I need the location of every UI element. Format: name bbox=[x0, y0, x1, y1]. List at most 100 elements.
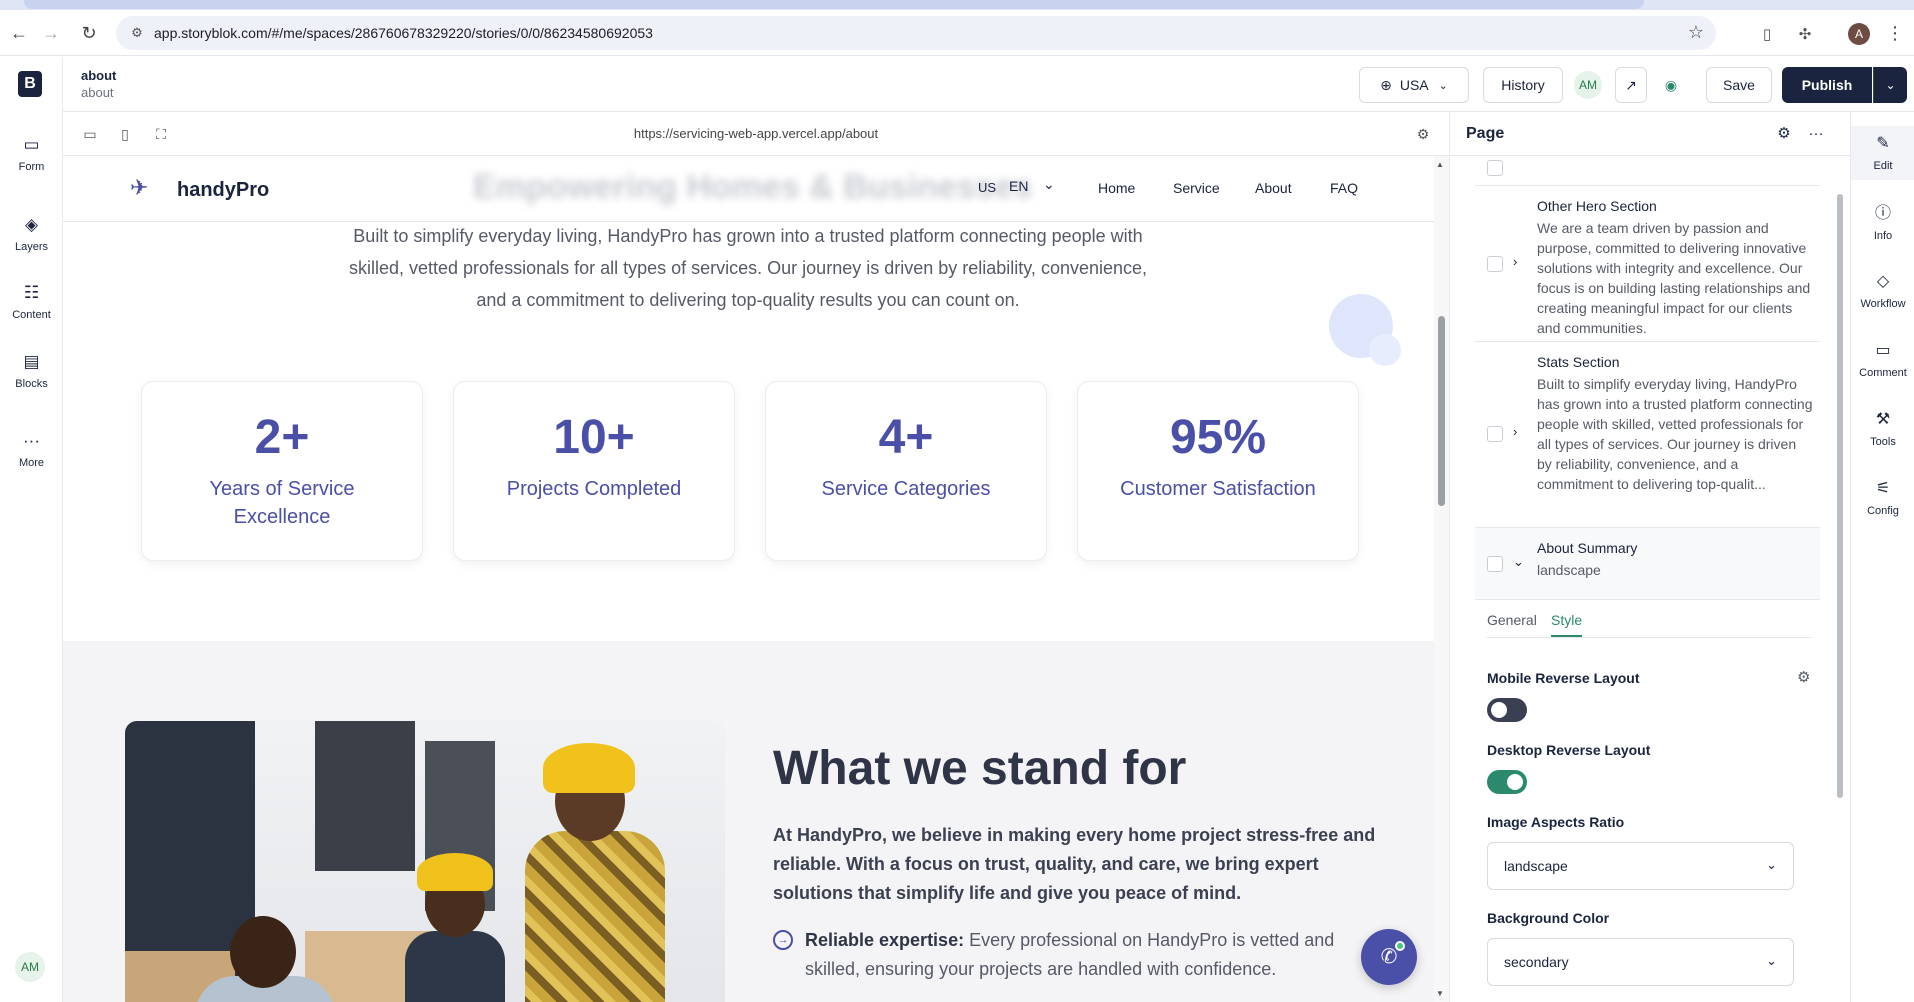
block-row-about-summary[interactable]: ⌄ About Summary landscape bbox=[1475, 528, 1820, 600]
values-heading: What we stand for bbox=[773, 742, 1187, 795]
block-description: Built to simplify everyday living, Handy… bbox=[1537, 376, 1813, 492]
tool-label: Edit bbox=[1873, 160, 1893, 172]
forward-icon[interactable]: → bbox=[38, 20, 64, 46]
tool-comment[interactable]: ▭ Comment bbox=[1851, 341, 1914, 379]
workflow-icon: ◇ bbox=[1876, 273, 1890, 290]
aspect-ratio-select[interactable]: landscape ⌄ bbox=[1487, 842, 1794, 890]
block-description: We are a team driven by passion and purp… bbox=[1537, 220, 1811, 336]
tool-label: Tools bbox=[1870, 436, 1896, 448]
chat-bubble-button[interactable]: ✆ bbox=[1361, 929, 1417, 985]
form-icon: ▭ bbox=[23, 135, 40, 154]
fullscreen-icon[interactable]: ⛶ bbox=[151, 124, 171, 144]
rail-item-layers[interactable]: ◈ Layers bbox=[0, 215, 63, 253]
block-checkbox[interactable] bbox=[1487, 256, 1503, 272]
online-dot bbox=[1395, 941, 1405, 951]
panel-more-icon[interactable]: ··· bbox=[1806, 124, 1826, 144]
chevron-down-icon[interactable]: ⌄ bbox=[1513, 554, 1525, 570]
background-color-select[interactable]: secondary ⌄ bbox=[1487, 938, 1794, 986]
tool-label: Config bbox=[1867, 505, 1899, 517]
rail-item-form[interactable]: ▭ Form bbox=[0, 135, 63, 173]
collaborator-avatar[interactable]: AM bbox=[1574, 71, 1602, 99]
save-button[interactable]: Save bbox=[1706, 67, 1772, 103]
editor-header: about about ⊕ USA ⌄ History AM ↗ ◉ Save … bbox=[63, 57, 1914, 112]
layers-icon: ◈ bbox=[24, 215, 39, 234]
block-checkbox[interactable] bbox=[1487, 556, 1503, 572]
user-avatar[interactable]: AM bbox=[15, 952, 45, 982]
block-row-stats[interactable]: › Stats Section Built to simplify everyd… bbox=[1475, 342, 1820, 528]
history-button[interactable]: History bbox=[1483, 67, 1563, 103]
address-bar[interactable]: ⚙ app.storyblok.com/#/me/spaces/28676067… bbox=[116, 16, 1716, 50]
panel-body: › Other Hero Section We are a team drive… bbox=[1475, 156, 1825, 1002]
content-icon: ☷ bbox=[23, 283, 40, 302]
extension-icon[interactable]: ▯ bbox=[1756, 24, 1778, 46]
tool-workflow[interactable]: ◇ Workflow bbox=[1851, 272, 1914, 310]
preview-scrollbar[interactable]: ▲ ▼ bbox=[1434, 156, 1449, 1002]
address-url[interactable]: app.storyblok.com/#/me/spaces/2867606783… bbox=[154, 25, 653, 41]
region-label[interactable]: US bbox=[978, 180, 996, 195]
mobile-view-icon[interactable]: ▯ bbox=[115, 124, 135, 144]
nav-service[interactable]: Service bbox=[1173, 180, 1220, 196]
chevron-down-icon: ⌄ bbox=[1438, 79, 1448, 92]
config-icon: ⚟ bbox=[1875, 480, 1891, 497]
chevron-right-icon[interactable]: › bbox=[1513, 424, 1525, 439]
language-select-button[interactable]: ⊕ USA ⌄ bbox=[1359, 67, 1469, 103]
block-checkbox[interactable] bbox=[1487, 426, 1503, 442]
bookmark-star-icon[interactable]: ☆ bbox=[1688, 22, 1704, 43]
handypro-logo-icon[interactable]: ✈ bbox=[130, 176, 158, 200]
rail-item-more[interactable]: ··· More bbox=[0, 431, 63, 469]
browser-menu-icon[interactable]: ⋮ bbox=[1886, 21, 1904, 45]
tool-label: Info bbox=[1873, 230, 1893, 242]
tool-edit[interactable]: ✎ Edit bbox=[1851, 126, 1914, 180]
tool-tools[interactable]: ⚒ Tools bbox=[1851, 410, 1914, 448]
back-icon[interactable]: ← bbox=[6, 20, 32, 46]
panel-settings-gear-icon[interactable]: ⚙ bbox=[1774, 124, 1794, 144]
block-tabs: General Style bbox=[1487, 606, 1812, 638]
content-panel: Page ⚙ ··· › Other Hero Section We are a… bbox=[1449, 112, 1851, 1002]
site-info-icon[interactable]: ⚙ bbox=[128, 24, 146, 42]
desktop-reverse-label: Desktop Reverse Layout bbox=[1487, 742, 1651, 758]
open-external-icon[interactable]: ↗ bbox=[1615, 67, 1647, 103]
nav-about[interactable]: About bbox=[1255, 180, 1292, 196]
tab-general[interactable]: General bbox=[1487, 612, 1537, 628]
publish-options-chevron-icon[interactable]: ⌄ bbox=[1873, 67, 1907, 103]
storyblok-logo[interactable]: B bbox=[18, 71, 42, 97]
publish-button[interactable]: Publish bbox=[1782, 67, 1872, 103]
field-settings-gear-icon[interactable]: ⚙ bbox=[1797, 668, 1810, 686]
preview-toolbar: https://servicing-web-app.vercel.app/abo… bbox=[63, 112, 1449, 156]
story-slug: about bbox=[81, 85, 114, 100]
site-brand[interactable]: handyPro bbox=[177, 179, 269, 202]
language-chevron-icon[interactable]: ⌄ bbox=[1043, 176, 1055, 193]
block-row-other-hero[interactable]: › Other Hero Section We are a team drive… bbox=[1475, 186, 1820, 342]
active-tab[interactable] bbox=[24, 0, 1644, 9]
rail-item-blocks[interactable]: ▤ Blocks bbox=[0, 352, 63, 390]
block-title: Stats Section bbox=[1537, 354, 1620, 370]
stat-card: 4+ Service Categories bbox=[765, 381, 1047, 561]
stat-card: 10+ Projects Completed bbox=[453, 381, 735, 561]
profile-avatar[interactable]: A bbox=[1848, 23, 1870, 45]
desktop-reverse-toggle[interactable] bbox=[1487, 770, 1527, 794]
right-tool-rail: ✎ Edit ⓘ Info ◇ Workflow ▭ Comment ⚒ Too… bbox=[1850, 112, 1914, 1002]
stat-card: 2+ Years of Service Excellence bbox=[141, 381, 423, 561]
stat-label: Service Categories bbox=[821, 478, 991, 500]
mobile-reverse-toggle[interactable] bbox=[1487, 698, 1527, 722]
chevron-right-icon[interactable]: › bbox=[1513, 254, 1525, 269]
nav-home[interactable]: Home bbox=[1098, 180, 1135, 196]
rail-item-content[interactable]: ☷ Content bbox=[0, 283, 63, 321]
block-checkbox[interactable] bbox=[1487, 160, 1503, 176]
panel-scrollbar[interactable] bbox=[1836, 160, 1844, 1002]
blocks-icon: ▤ bbox=[23, 352, 40, 371]
browser-toolbar: ← → ↻ ⚙ app.storyblok.com/#/me/spaces/28… bbox=[0, 10, 1914, 56]
nav-faq[interactable]: FAQ bbox=[1330, 180, 1358, 196]
reload-icon[interactable]: ↻ bbox=[76, 20, 102, 46]
preview-status-icon[interactable]: ◉ bbox=[1655, 67, 1687, 103]
tool-info[interactable]: ⓘ Info bbox=[1851, 204, 1914, 242]
comment-icon: ▭ bbox=[1875, 342, 1891, 359]
preview-settings-gear-icon[interactable]: ⚙ bbox=[1413, 124, 1433, 144]
globe-icon: ⊕ bbox=[1380, 76, 1392, 93]
puzzle-icon[interactable]: ✣ bbox=[1794, 24, 1816, 46]
block-row-collapsed[interactable] bbox=[1475, 156, 1820, 186]
language-code[interactable]: EN bbox=[1009, 178, 1028, 194]
tab-style[interactable]: Style bbox=[1551, 612, 1583, 637]
desktop-view-icon[interactable]: ▭ bbox=[80, 124, 100, 144]
tool-config[interactable]: ⚟ Config bbox=[1851, 479, 1914, 517]
